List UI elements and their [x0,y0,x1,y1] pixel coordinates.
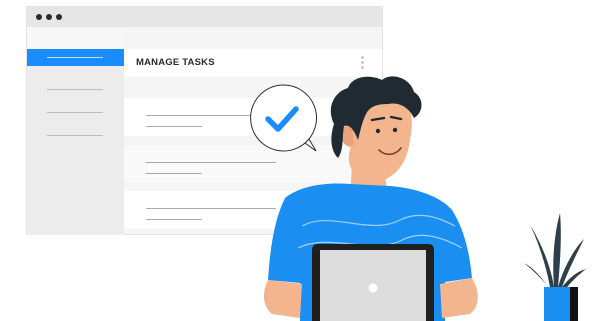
plant-illustration [524,213,586,321]
person-eye [392,127,398,133]
laptop-logo-icon [368,283,378,293]
laptop [312,244,434,321]
person-illustration [263,76,478,321]
illustration-scene: MANAGE TASKS [0,0,601,321]
